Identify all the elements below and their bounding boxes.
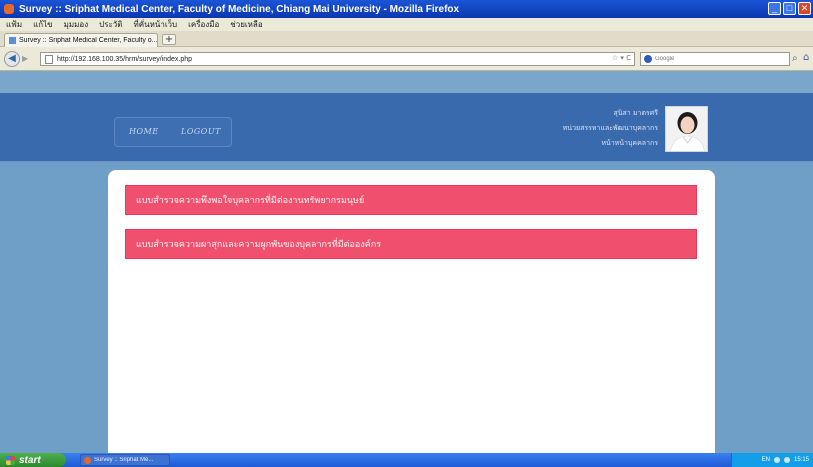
nav-logout-link[interactable]: LOGOUT [181, 127, 221, 136]
nav-home-link[interactable]: HOME [129, 127, 159, 136]
clock: 15:15 [793, 457, 809, 463]
search-engine-icon[interactable] [644, 55, 652, 63]
system-tray: EN 15:15 [731, 453, 813, 467]
start-button[interactable]: start [0, 453, 66, 467]
survey-link-engagement[interactable]: แบบสำรวจความผาสุกและความผูกพันของบุคลากร… [125, 229, 697, 259]
menu-file[interactable]: แฟ้ม [6, 18, 22, 31]
survey-link-hr-satisfaction[interactable]: แบบสำรวจความพึงพอใจบุคลากรที่มีต่องานทรั… [125, 185, 697, 215]
search-icon[interactable]: ⌕ [792, 53, 798, 64]
user-name: สุนิสา มาตรศรี [613, 109, 658, 117]
user-unit: หน่วยสรรหาและพัฒนาบุคลากร [562, 124, 658, 132]
tab-strip: Survey :: Sriphat Medical Center, Facult… [0, 31, 813, 47]
start-label: start [19, 454, 41, 466]
close-button[interactable]: ✕ [798, 2, 811, 15]
avatar-photo-icon [666, 107, 707, 151]
tab-survey[interactable]: Survey :: Sriphat Medical Center, Facult… [4, 33, 158, 47]
forward-button[interactable]: ▶ [22, 54, 28, 63]
menu-history[interactable]: ประวัติ [99, 18, 122, 31]
menu-edit[interactable]: แก้ไข [33, 18, 53, 31]
window-controls: _ □ ✕ [768, 2, 811, 15]
firefox-icon [4, 4, 14, 14]
web-page: HOME LOGOUT สุนิสา มาตรศรี หน่วยสรรหาและ… [0, 71, 813, 453]
search-input[interactable] [655, 54, 775, 64]
site-header: HOME LOGOUT สุนิสา มาตรศรี หน่วยสรรหาและ… [0, 93, 813, 162]
screen: Survey :: Sriphat Medical Center, Facult… [0, 0, 813, 467]
menu-bar: แฟ้ม แก้ไข มุมมอง ประวัติ ที่คั่นหน้าเว็… [0, 18, 813, 31]
menu-tools[interactable]: เครื่องมือ [188, 18, 219, 31]
url-bar[interactable]: http://192.168.100.35/hrm/survey/index.p… [40, 52, 635, 66]
page-icon [45, 54, 53, 64]
page-top-strip [0, 71, 813, 93]
site-nav: HOME LOGOUT [114, 117, 232, 147]
window-titlebar: Survey :: Sriphat Medical Center, Facult… [0, 0, 813, 18]
new-tab-button[interactable]: + [162, 34, 176, 45]
taskbar-item-label: Survey :: Sriphat Me... [94, 457, 154, 463]
maximize-button[interactable]: □ [783, 2, 796, 15]
page-favicon-icon [9, 37, 16, 44]
user-position: หน้าหน้าบุคคลากร [601, 139, 658, 147]
user-info: สุนิสา มาตรศรี หน่วยสรรหาและพัฒนาบุคลากร… [398, 106, 658, 151]
navigation-bar: ◀ ▶ http://192.168.100.35/hrm/survey/ind… [0, 47, 813, 71]
taskbar: start Survey :: Sriphat Me... EN 15:15 [0, 453, 813, 467]
window-title: Survey :: Sriphat Medical Center, Facult… [19, 3, 460, 15]
survey-link-label: แบบสำรวจความพึงพอใจบุคลากรที่มีต่องานทรั… [136, 196, 365, 206]
avatar [665, 106, 708, 152]
main-content-panel: แบบสำรวจความพึงพอใจบุคลากรที่มีต่องานทรั… [108, 170, 715, 453]
url-bookmark-reload-icons[interactable]: ☆ ▾ C [612, 54, 631, 62]
back-button[interactable]: ◀ [4, 51, 20, 67]
network-icon[interactable] [773, 457, 780, 463]
tab-label: Survey :: Sriphat Medical Center, Facult… [19, 37, 157, 44]
minimize-button[interactable]: _ [768, 2, 781, 15]
menu-help[interactable]: ช่วยเหลือ [230, 18, 262, 31]
home-icon[interactable]: ⌂ [803, 52, 809, 63]
language-indicator[interactable]: EN [762, 457, 770, 463]
taskbar-item-firefox[interactable]: Survey :: Sriphat Me... [80, 454, 170, 466]
url-text[interactable]: http://192.168.100.35/hrm/survey/index.p… [57, 56, 192, 63]
menu-bookmarks[interactable]: ที่คั่นหน้าเว็บ [133, 18, 177, 31]
menu-view[interactable]: มุมมอง [64, 18, 89, 31]
search-bar[interactable] [640, 52, 790, 66]
windows-logo-icon [6, 455, 15, 465]
firefox-icon [84, 456, 91, 464]
volume-icon[interactable] [783, 457, 790, 463]
survey-link-label: แบบสำรวจความผาสุกและความผูกพันของบุคลากร… [136, 240, 382, 250]
